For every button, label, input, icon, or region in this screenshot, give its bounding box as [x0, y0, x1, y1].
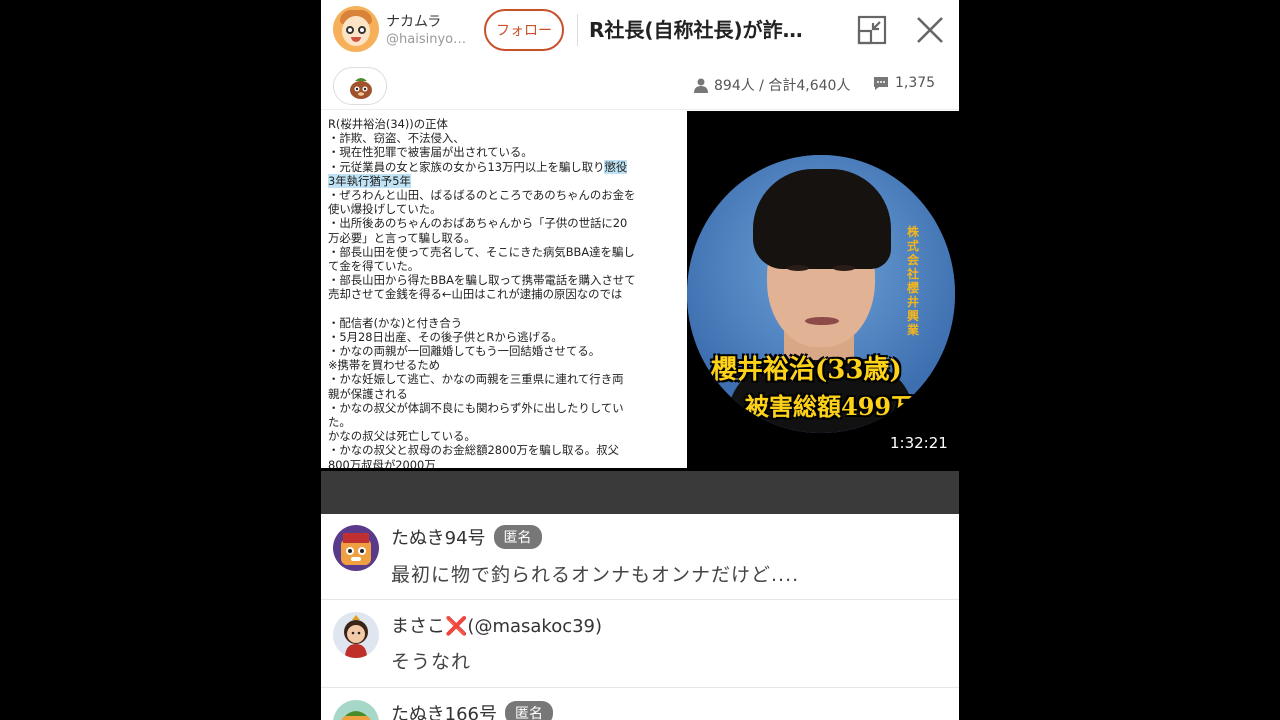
document-line: ・部長山田を使って売名して、そこにきた病気BBA達を騙し: [328, 244, 635, 259]
player-controls-bar[interactable]: [321, 471, 959, 514]
document-line: た。: [328, 415, 351, 430]
document-line: 3年執行猶予5年: [328, 173, 411, 188]
comment-item[interactable]: たぬき94号 匿名 最初に物で釣られるオンナもオンナだけど....: [321, 514, 959, 600]
comment-item[interactable]: たぬき166号 匿名: [321, 688, 959, 720]
document-line: ・出所後あのちゃんのおばあちゃんから「子供の世話に20: [328, 216, 628, 231]
comment-icon: [874, 77, 888, 90]
comment-list[interactable]: たぬき94号 匿名 最初に物で釣られるオンナもオンナだけど.... まさこ❌(@…: [321, 514, 959, 720]
tanuki-badge-icon[interactable]: [333, 67, 387, 105]
comment-author[interactable]: たぬき94号 匿名: [391, 524, 542, 550]
document-line: 売却させて金銭を得る←山田はこれが逮捕の原因なのでは: [328, 287, 623, 302]
close-icon[interactable]: [914, 14, 946, 46]
person-icon: [694, 78, 708, 93]
streamer-handle: @haisinyo…: [386, 32, 467, 47]
comment-author-name: たぬき94号: [391, 528, 486, 549]
tanuki-avatar[interactable]: [333, 525, 379, 571]
photo-caption-damage: 被害総額499万: [745, 392, 916, 421]
anonymous-badge: 匿名: [505, 701, 553, 720]
document-line: ・ぜろわんと山田、ばるばるのところであのちゃんのお金を: [328, 188, 636, 203]
highlighted-text: 懲役: [604, 159, 628, 174]
comment-author-name: まさこ: [391, 616, 445, 637]
document-line: ・かなの両親が一回離婚してもう一回結婚させてる。: [328, 344, 601, 359]
video-timestamp: 1:32:21: [890, 434, 948, 452]
streamer-avatar[interactable]: [333, 6, 379, 52]
comment-author[interactable]: たぬき166号 匿名: [391, 700, 553, 720]
anonymous-badge: 匿名: [493, 525, 542, 549]
comment-author[interactable]: まさこ❌(@masakoc39): [391, 612, 602, 638]
document-line: ・5月28日出産、その後子供とRから逃げる。: [328, 329, 563, 344]
screen-share-document: R(桜井裕治(34))の正体 ・詐欺、窃盗、不法侵入、 ・現在性犯罪で被害届が出され…: [321, 111, 687, 468]
document-line: 800万叔母が2000万: [328, 457, 436, 468]
document-line: て金を得ていた。: [328, 259, 420, 274]
document-line: かなの叔父は死亡している。: [328, 429, 476, 444]
document-line: ・配信者(かな)と付き合う: [328, 315, 463, 330]
document-line: ・部長山田から得たBBAを騙し取って携帯電話を購入させて: [328, 273, 636, 288]
document-line: ※携帯を買わせるため: [328, 358, 441, 373]
comment-count-text: 1,375: [895, 75, 936, 91]
photo-caption-name: 櫻井裕治(33歳): [711, 355, 902, 385]
stream-header: ナカムラ @haisinyo… フォロー R社長(自称社長)が詐…: [321, 0, 959, 60]
girl-avatar[interactable]: [333, 612, 379, 658]
document-line: 使い爆投げしていた。: [328, 202, 442, 217]
comment-text: そうなれ: [391, 651, 472, 673]
document-line: ・詐欺、窃盗、不法侵入、: [328, 131, 465, 146]
suspect-photo: 株式会社櫻井興業 櫻井裕治(33歳) 被害総額499万: [687, 155, 955, 433]
document-line: ・現在性犯罪で被害届が出されている。: [328, 145, 533, 160]
document-line: ・かなの叔父が体調不良にも関わらず外に出したりしてい: [328, 400, 624, 415]
photo-vertical-text: 株式会社櫻井興業: [907, 225, 920, 337]
comment-count[interactable]: 1,375: [873, 75, 935, 91]
video-player[interactable]: R(桜井裕治(34))の正体 ・詐欺、窃盗、不法侵入、 ・現在性犯罪で被害届が出され…: [321, 111, 959, 471]
stream-title[interactable]: R社長(自称社長)が詐…: [589, 14, 834, 43]
comment-author-name: たぬき166号: [391, 704, 497, 720]
document-line: ・元従業員の女と家族の女から13万円以上を騙し取り懲役: [328, 159, 628, 174]
stats-bar: 894人 / 合計4,640人 1,375: [321, 60, 959, 110]
document-line: 万必要」と言って騙し取る。: [328, 230, 476, 245]
document-line: [328, 302, 681, 316]
viewer-count: 894人 / 合計4,640人: [693, 75, 850, 95]
document-line: R(桜井裕治(34))の正体: [328, 117, 448, 131]
follow-button[interactable]: フォロー: [484, 9, 564, 51]
tanuki-avatar[interactable]: [333, 700, 379, 720]
live-stream-app: ナカムラ @haisinyo… フォロー R社長(自称社長)が詐… 894人 /…: [321, 0, 959, 720]
header-divider: [577, 14, 578, 46]
streamer-name[interactable]: ナカムラ: [386, 11, 441, 31]
viewer-count-text: 894人 / 合計4,640人: [714, 78, 851, 94]
comment-author-handle: (@masakoc39): [467, 616, 603, 637]
document-line: ・かなの叔父と叔母のお金総額2800万を騙し取る。叔父: [328, 443, 619, 458]
comment-item[interactable]: まさこ❌(@masakoc39) そうなれ: [321, 600, 959, 688]
comment-text: 最初に物で釣られるオンナもオンナだけど....: [391, 564, 800, 586]
document-line: 親が保護される: [328, 386, 408, 401]
cross-mark-icon: ❌: [445, 616, 468, 637]
minimize-icon[interactable]: [856, 14, 888, 46]
document-line: ・かな妊娠して逃亡、かなの両親を三重県に連れて行き両: [328, 372, 624, 387]
